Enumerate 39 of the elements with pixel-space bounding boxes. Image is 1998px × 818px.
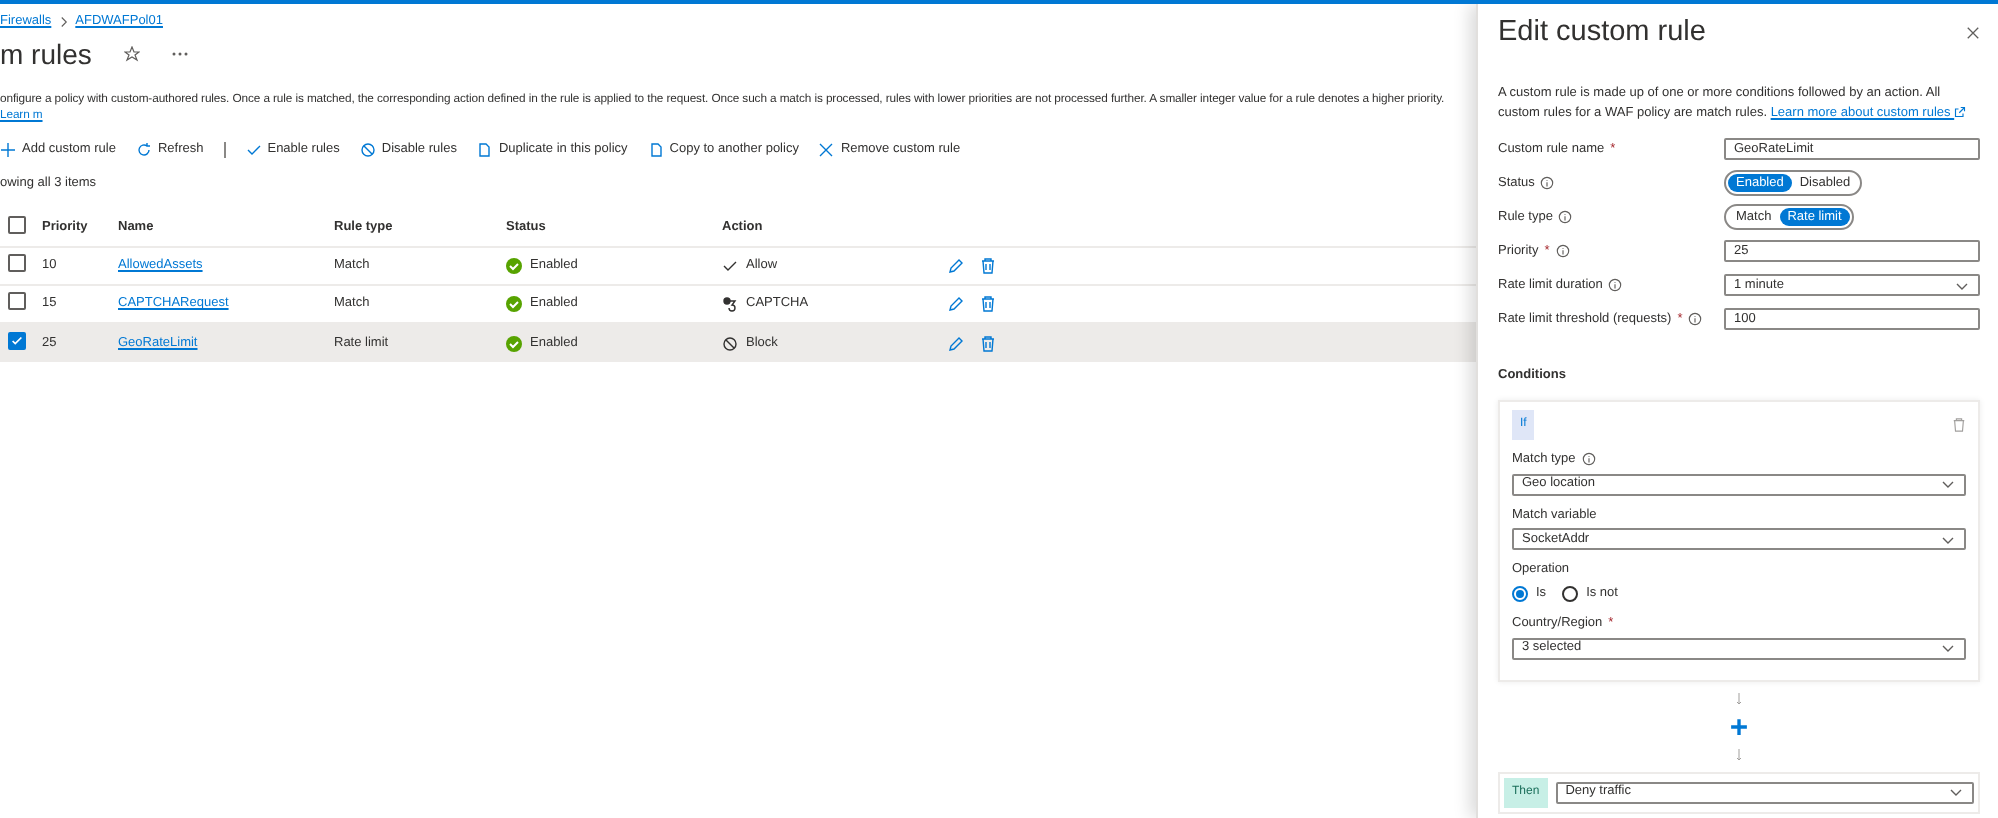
prohibited-icon <box>722 335 738 352</box>
delete-icon[interactable] <box>980 335 996 352</box>
chevron-down-icon <box>1940 476 1956 493</box>
success-icon <box>506 258 522 275</box>
radio-button[interactable] <box>1512 586 1528 603</box>
more-icon[interactable] <box>171 52 188 57</box>
success-icon <box>506 335 522 352</box>
row-checkbox[interactable] <box>8 331 26 350</box>
prohibited-icon <box>359 142 376 159</box>
chevron-right-icon <box>57 15 70 28</box>
close-icon[interactable] <box>1966 26 1980 41</box>
row-checkbox[interactable] <box>8 291 26 310</box>
delete-icon[interactable] <box>980 258 996 275</box>
select-all-checkbox[interactable] <box>8 215 26 234</box>
close-icon <box>818 142 835 159</box>
document-icon <box>476 142 493 159</box>
checkmark-icon <box>722 258 738 275</box>
radio-button[interactable] <box>1562 586 1579 603</box>
refresh-icon <box>135 142 152 159</box>
chevron-down-icon <box>1940 640 1956 657</box>
page-title: m rules <box>0 37 92 72</box>
edit-icon[interactable] <box>948 296 964 313</box>
plus-icon <box>0 142 16 159</box>
checkmark-icon <box>245 142 262 159</box>
add-icon[interactable] <box>1730 717 1748 736</box>
captcha-icon <box>722 296 738 313</box>
external-link-icon <box>1954 106 1967 119</box>
row-checkbox[interactable] <box>8 253 26 272</box>
edit-icon[interactable] <box>948 258 964 275</box>
delete-icon[interactable] <box>1952 417 1966 432</box>
edit-icon[interactable] <box>948 335 964 352</box>
chevron-down-icon <box>1948 784 1964 801</box>
star-icon[interactable] <box>123 46 140 63</box>
delete-icon[interactable] <box>980 296 996 313</box>
panel-title: Edit custom rule <box>1498 16 1706 51</box>
connector-arrow <box>1736 745 1742 764</box>
document-icon <box>647 142 664 159</box>
connector-arrow <box>1736 689 1742 708</box>
success-icon <box>506 296 522 313</box>
